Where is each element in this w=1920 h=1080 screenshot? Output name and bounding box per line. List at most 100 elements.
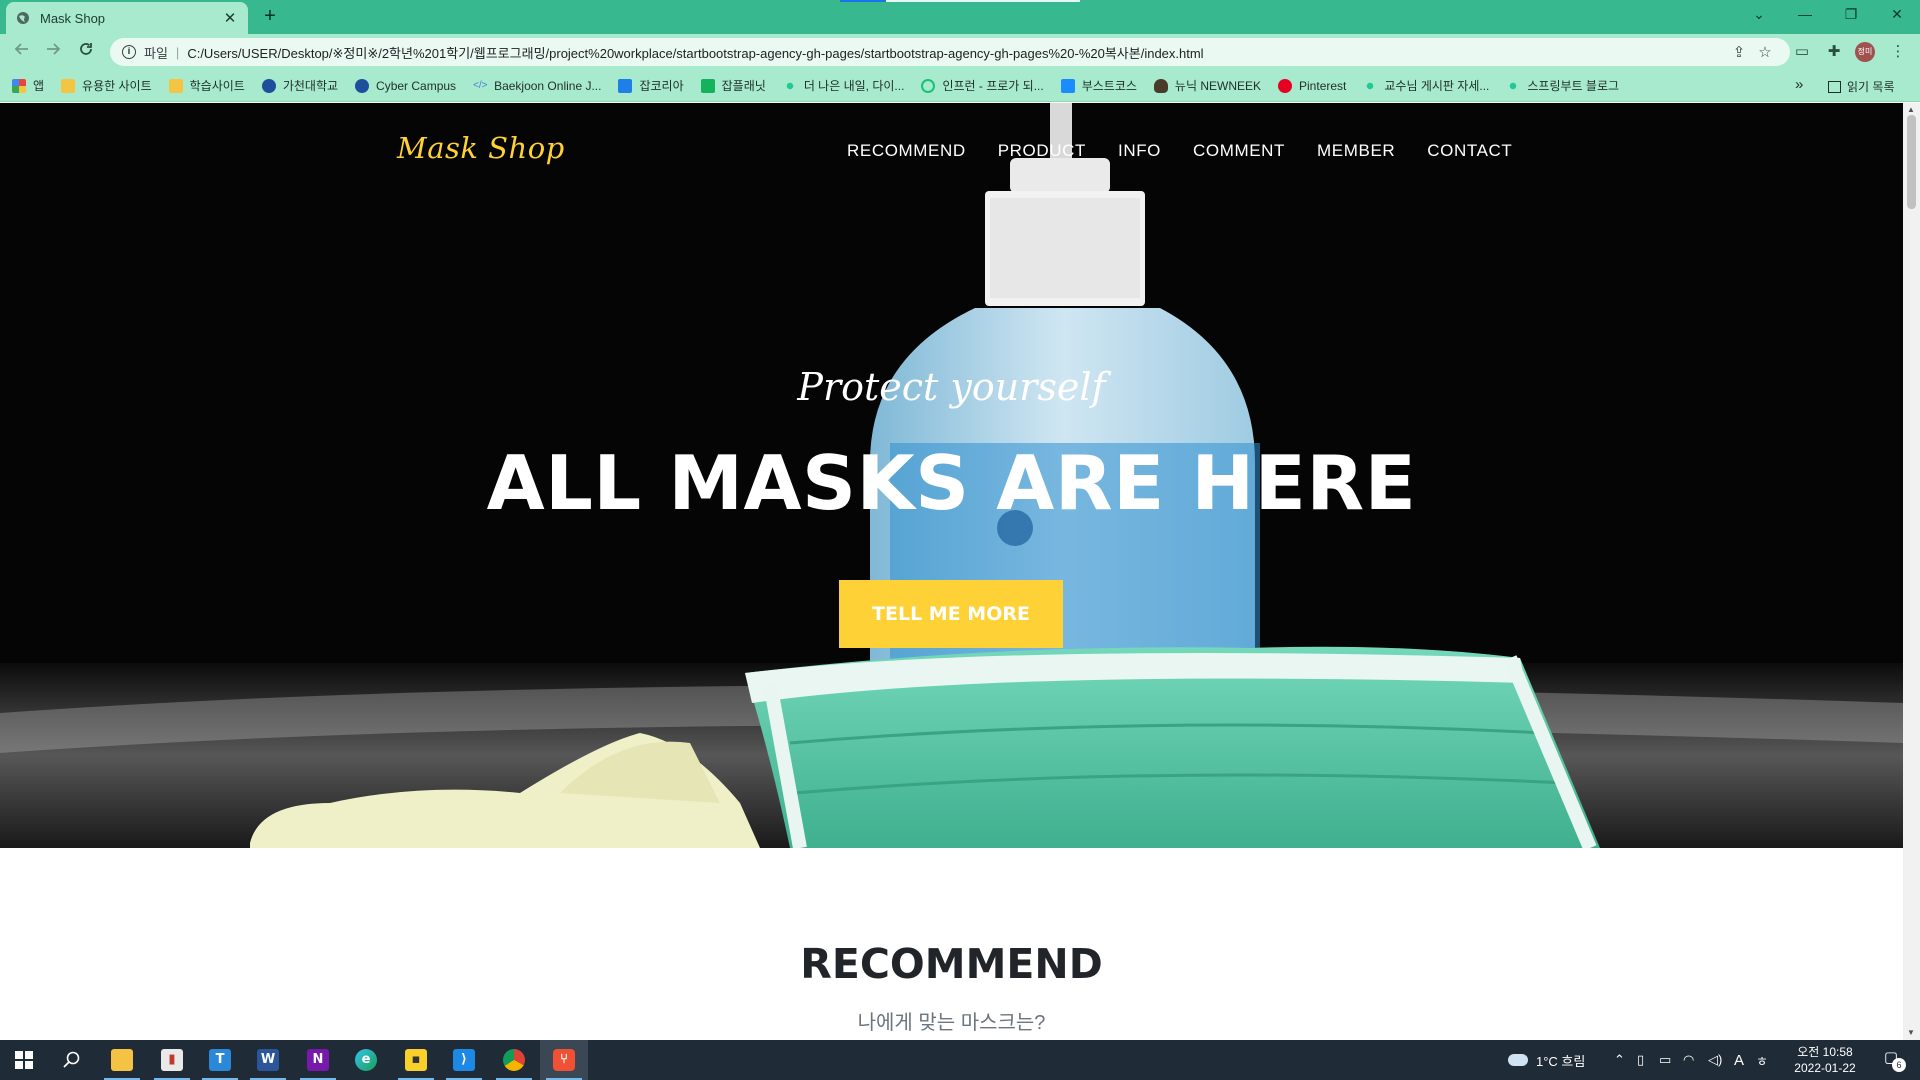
taskbar-git[interactable]: ⑂ [540,1040,588,1080]
scroll-up-icon[interactable]: ▲ [1907,105,1915,114]
browser-tab-strip: Mask Shop ✕ + ⌄ — ❐ ✕ [0,0,1920,34]
hangul-ime-icon[interactable]: ㅎ [1756,1040,1768,1080]
bookmark-pinterest[interactable]: Pinterest [1278,78,1346,93]
code-icon: </> [473,79,488,91]
windows-logo-icon [15,1051,33,1069]
ime-mode-label[interactable]: A [1734,1040,1744,1080]
windows-taskbar: ▮ T W N e ▪ ⟩ ⑂ 1°C 흐림 ⌃ ▯ ▭ ◠ ◁) A ㅎ 오전… [0,1040,1920,1080]
jobplanet-icon [700,78,715,93]
bookmark-better-tomorrow[interactable]: 더 나은 내일, 다이... [782,77,904,94]
inflearn-icon [921,78,936,93]
scroll-down-icon[interactable]: ▼ [1907,1028,1915,1037]
tab-mask-shop[interactable]: Mask Shop ✕ [6,2,248,34]
share-icon[interactable]: ⇪ [1726,43,1752,61]
bookmark-star-icon[interactable]: ☆ [1752,43,1778,61]
velog-icon [1363,78,1378,93]
nav-comment[interactable]: COMMENT [1193,141,1285,161]
browser-menu-icon[interactable]: ⋮ [1886,40,1910,64]
bookmark-apps[interactable]: 앱 [12,77,44,94]
taskbar-vscode[interactable]: ⟩ [440,1040,488,1080]
nav-contact[interactable]: CONTACT [1427,141,1512,161]
reload-button[interactable] [74,40,98,64]
taskbar-app[interactable]: ▮ [148,1040,196,1080]
tab-search-button[interactable]: ⌄ [1736,0,1782,30]
new-tab-button[interactable]: + [258,5,282,29]
reading-list-icon [1828,80,1841,93]
folder-icon [168,78,183,93]
bookmark-boostcourse[interactable]: 부스트코스 [1060,77,1137,94]
bookmark-professor-board[interactable]: 교수님 게시판 자세... [1363,77,1489,94]
bookmark-study-sites[interactable]: 학습사이트 [168,77,245,94]
nav-info[interactable]: INFO [1118,141,1161,161]
sticky-notes-icon: ▪ [405,1049,427,1071]
scheme-label: 파일 [144,45,168,61]
taskbar-teams[interactable]: T [196,1040,244,1080]
bookmark-jobplanet[interactable]: 잡플래닛 [700,77,766,94]
taskbar-file-explorer[interactable] [98,1040,146,1080]
volume-icon[interactable]: ◁) [1708,1040,1722,1080]
reading-list-button[interactable]: 읽기 목록 [1828,78,1895,95]
taskbar-edge[interactable]: e [342,1040,390,1080]
weather-widget[interactable]: 1°C 흐림 [1508,1040,1585,1080]
clock-date: 2022-01-22 [1794,1061,1856,1075]
brand-logo[interactable]: Mask Shop [397,131,565,165]
newneek-icon [1153,78,1168,93]
word-icon: W [257,1049,279,1071]
info-icon[interactable]: i [122,45,136,59]
taskbar-chrome[interactable] [490,1040,538,1080]
globe-icon [17,12,29,24]
bookmark-springboot-blog[interactable]: 스프링부트 블로그 [1506,77,1619,94]
nav-recommend[interactable]: RECOMMEND [847,141,966,161]
hero-subheading: Protect yourself [797,365,1106,409]
system-clock[interactable]: 오전 10:58 2022-01-22 [1780,1044,1870,1076]
bookmark-cyber-campus[interactable]: Cyber Campus [355,78,456,93]
media-icon[interactable]: ▭ [1790,40,1814,64]
reload-icon [80,43,92,55]
network-icon[interactable]: ◠ [1683,1040,1694,1080]
back-button[interactable] [10,40,34,64]
bookmark-jobkorea[interactable]: 잡코리아 [618,77,684,94]
app-icon: ▮ [161,1049,183,1071]
taskbar-sticky-notes[interactable]: ▪ [392,1040,440,1080]
tell-me-more-button[interactable]: TELL ME MORE [839,580,1063,648]
bookmark-gachon[interactable]: 가천대학교 [261,77,338,94]
bookmarks-overflow-button[interactable]: » [1795,76,1803,93]
avatar[interactable]: 정미 [1855,42,1875,62]
minimize-button[interactable]: — [1782,0,1828,30]
tab-close-button[interactable]: ✕ [222,9,238,27]
pinterest-icon [1278,78,1293,93]
search-icon [63,1051,80,1068]
address-bar[interactable]: i 파일 | C:/Users/USER/Desktop/※정미※/2학년%20… [110,38,1790,66]
bookmark-inflearn[interactable]: 인프런 - 프로가 되... [921,77,1044,94]
search-button[interactable] [48,1040,96,1080]
taskbar-word[interactable]: W [244,1040,292,1080]
hero-heading: ALL MASKS ARE HERE [486,439,1417,527]
start-button[interactable] [0,1040,48,1080]
nav-member[interactable]: MEMBER [1317,141,1395,161]
page-scrollbar[interactable]: ▲ ▼ [1903,103,1920,1040]
restore-button[interactable]: ❐ [1828,0,1874,30]
tray-device-icon[interactable]: ▯ [1637,1040,1644,1080]
scheme-separator: | [175,44,180,60]
notification-center-button[interactable]: ▢ 6 [1876,1048,1906,1072]
tray-overflow-button[interactable]: ⌃ [1614,1040,1625,1080]
bookmark-newneek[interactable]: 뉴닉 NEWNEEK [1153,77,1261,94]
scrollbar-thumb[interactable] [1907,115,1916,209]
extensions-icon[interactable]: ✚ [1822,40,1846,64]
web-page: Mask Shop RECOMMEND PRODUCT INFO COMMENT… [0,103,1903,1040]
teams-icon: T [209,1049,231,1071]
site-navbar: Mask Shop RECOMMEND PRODUCT INFO COMMENT… [0,103,1903,197]
gachon-icon [261,78,276,93]
bookmark-baekjoon[interactable]: </> Baekjoon Online J... [473,79,601,93]
boostcourse-icon [1060,78,1075,93]
battery-icon[interactable]: ▭ [1659,1040,1671,1080]
close-window-button[interactable]: ✕ [1874,0,1920,30]
bookmark-useful-sites[interactable]: 유용한 사이트 [61,77,152,94]
browser-toolbar: i 파일 | C:/Users/USER/Desktop/※정미※/2학년%20… [0,34,1920,70]
forward-button[interactable] [41,40,65,64]
url-text[interactable]: C:/Users/USER/Desktop/※정미※/2학년%201학기/웹프로… [187,43,1726,62]
cloud-icon [1508,1054,1528,1066]
velog-icon [1506,78,1521,93]
nav-product[interactable]: PRODUCT [998,141,1086,161]
taskbar-onenote[interactable]: N [294,1040,342,1080]
